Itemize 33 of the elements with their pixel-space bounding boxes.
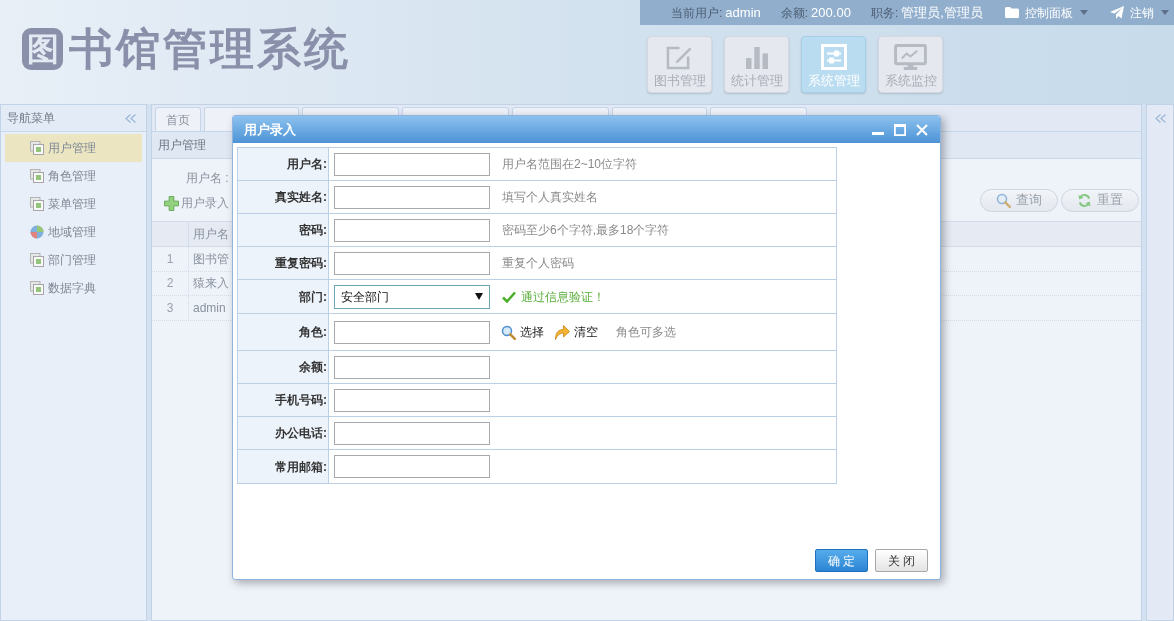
table-cell-text: admin [192, 299, 227, 317]
hint-text: 填写个人真实姓名 [502, 189, 598, 206]
form-label: 真实姓名: [238, 181, 329, 213]
info-value: admin [725, 3, 761, 22]
info-label: 当前用户: [671, 4, 723, 22]
info-value: 200.00 [811, 3, 851, 22]
form-label: 手机号码: [238, 384, 329, 416]
row-number: 2 [152, 271, 189, 295]
hint-text: 密码至少6个字符,最多18个字符 [502, 222, 670, 239]
table-cell-text: 图书管 [192, 250, 230, 268]
form-label: 常用邮箱: [238, 450, 329, 483]
form-label: 办公电话: [238, 417, 329, 449]
form-label: 角色: [238, 314, 329, 350]
logo-mark: 图 [22, 28, 63, 70]
form-label: 密码: [238, 214, 329, 246]
info-label: 余额: [780, 4, 809, 22]
search-label: 用户名 : [186, 170, 229, 186]
hint-text: 角色可多选 [616, 324, 676, 341]
sidebar-title: 导航菜单 [7, 110, 55, 127]
form-label: 部门: [238, 280, 329, 313]
row-number: 3 [152, 296, 189, 320]
hint-text: 重复个人密码 [502, 255, 574, 272]
validation-message: 通过信息验证！ [521, 288, 605, 306]
info-value: 管理员,管理员 [901, 3, 983, 22]
hint-text: 用户名范围在2~10位字符 [502, 156, 638, 173]
table-cell-text: 猿来入 [192, 275, 230, 293]
form-label: 余额: [238, 351, 329, 383]
column-header: 用户名 [192, 226, 230, 243]
row-number: 1 [152, 247, 189, 271]
info-label: 职务: [870, 4, 899, 22]
form-label: 用户名: [238, 148, 329, 180]
app-title: 书馆管理系统 [69, 28, 351, 70]
form-label: 重复密码: [238, 247, 329, 279]
